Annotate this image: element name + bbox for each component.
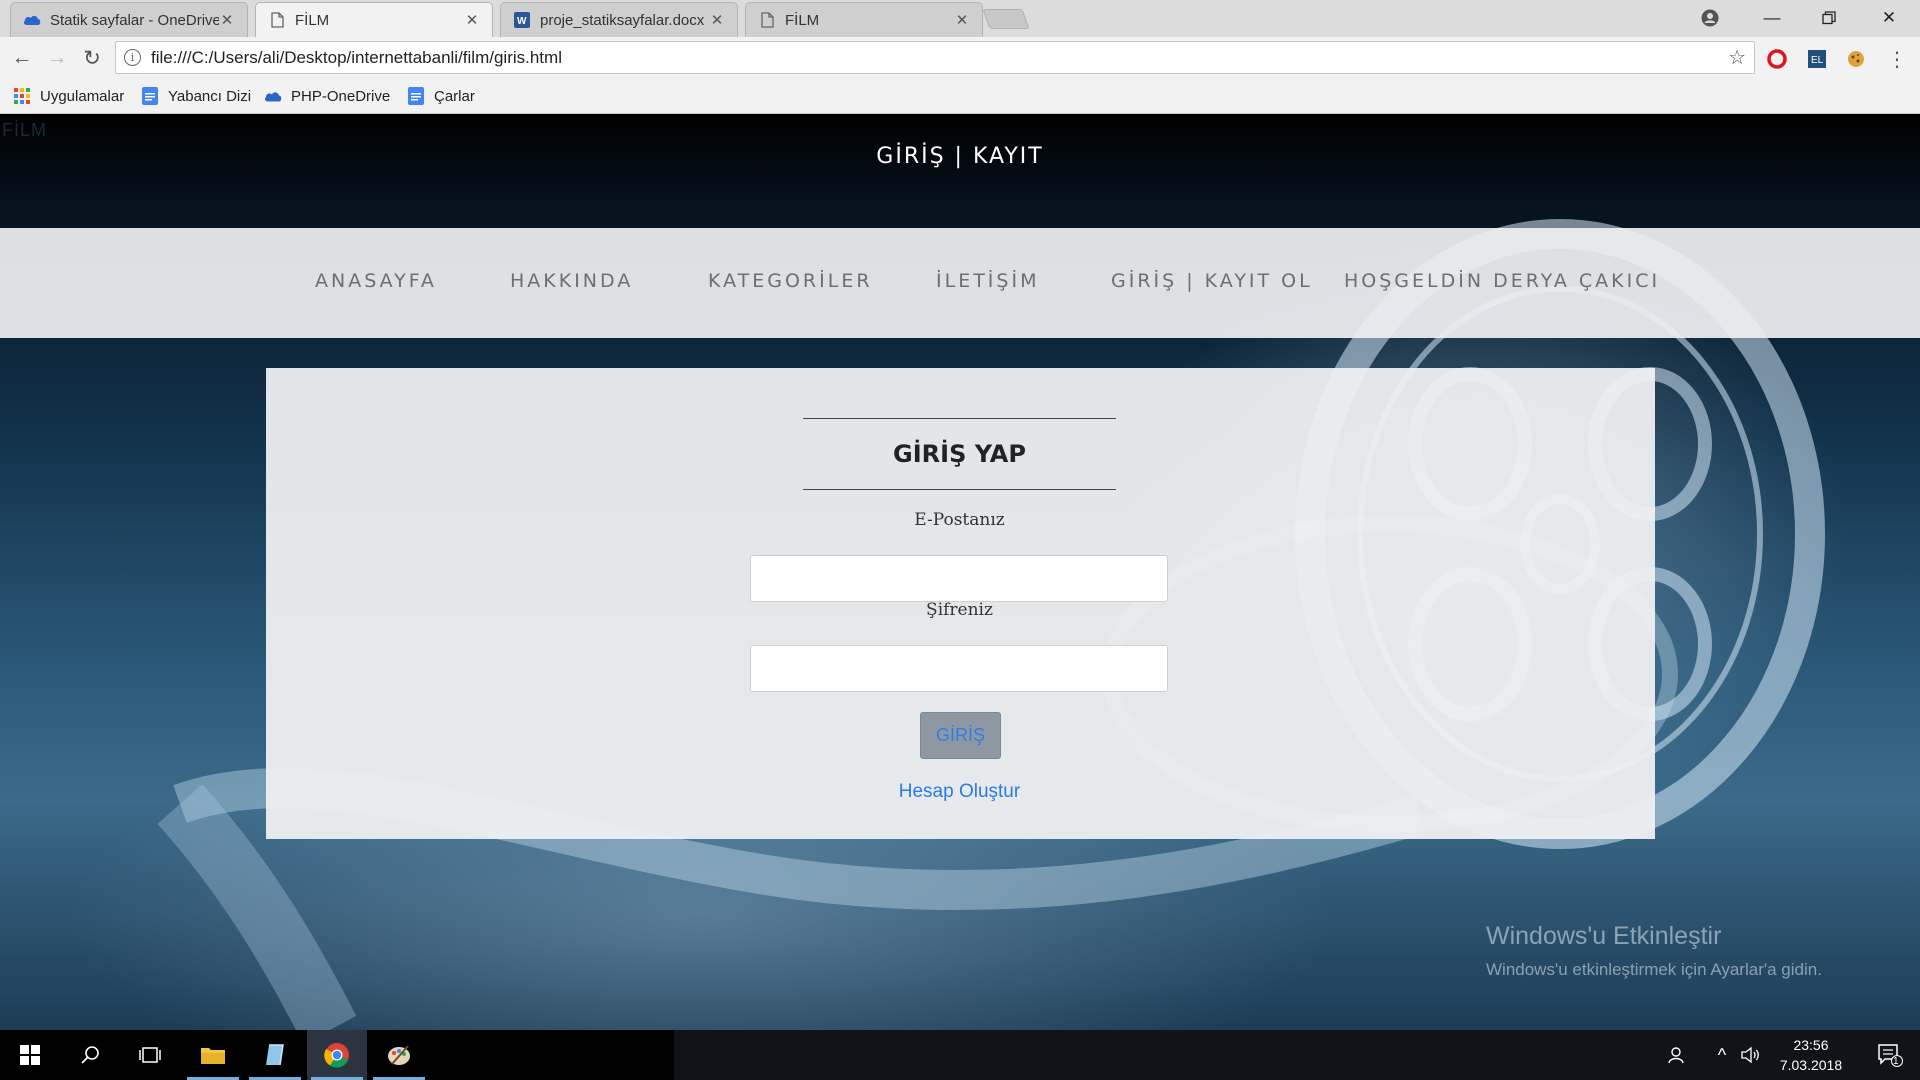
title-rule-bottom [803,489,1116,490]
minimize-button[interactable]: — [1743,0,1801,36]
tab-word-doc[interactable]: W proje_statiksayfalar.docx ✕ [500,2,738,37]
bookmark-yabanci-dizi[interactable]: Yabancı Dizi [141,84,251,108]
activation-watermark-subtitle: Windows'u etkinleştirmek için Ayarlar'a … [1486,960,1822,979]
word-doc-icon: W [513,11,531,29]
docs-icon [407,87,425,105]
svg-text:W: W [517,16,527,27]
chevron-up-icon[interactable]: ^ [1710,1030,1734,1080]
close-icon[interactable]: ✕ [709,11,725,29]
tab-title: Statik sayfalar - OneDrive [50,11,219,29]
nav-anasayfa[interactable]: ANASAYFA [315,270,437,292]
extension-icon[interactable]: EL [1806,48,1828,70]
bookmark-php-onedrive[interactable]: PHP-OneDrive [264,84,390,108]
tab-onedrive[interactable]: Statik sayfalar - OneDrive ✕ [10,2,248,37]
chrome-icon[interactable] [307,1030,367,1080]
apps-grid-icon [13,87,31,105]
title-rule-top [803,418,1116,419]
docs-icon [141,87,159,105]
windows-taskbar: ^ 23:56 7.03.2018 1 [0,1030,1920,1080]
tab-strip: Statik sayfalar - OneDrive ✕ FİLM ✕ W pr… [0,0,1920,37]
create-account-link[interactable]: Hesap Oluştur [803,781,1116,803]
onedrive-cloud-icon [264,87,282,105]
volume-icon[interactable] [1737,1030,1765,1080]
password-label: Şifreniz [926,600,993,620]
bookmark-label: Çarlar [434,87,475,105]
password-field[interactable] [750,645,1168,692]
browser-toolbar: ← → ↻ i file:///C:/Users/ali/Desktop/int… [0,37,1920,79]
tab-title: FİLM [295,11,330,29]
taskbar-clock[interactable]: 23:56 7.03.2018 [1766,1035,1856,1075]
email-label: E-Postanız [914,510,1005,530]
nav-giris-kayit[interactable]: GİRİŞ | KAYIT OL [1111,270,1313,292]
web-page: FİLM GİRİŞ | KAYIT ANASAYFA HAKKINDA KAT… [0,114,1920,1030]
page-corner-text: FİLM [2,120,48,140]
main-navbar: ANASAYFA HAKKINDA KATEGORİLER İLETİŞİM G… [0,228,1920,338]
tab-film[interactable]: FİLM ✕ [745,2,983,37]
info-icon[interactable]: i [124,49,141,66]
bookmark-carlar[interactable]: Çarlar [407,84,475,108]
notepad-app-icon[interactable] [245,1030,305,1080]
reload-icon[interactable]: ↻ [78,44,106,72]
url-text[interactable]: file:///C:/Users/ali/Desktop/internettab… [151,48,1728,68]
tab-title: proje_statiksayfalar.docx [540,11,705,29]
tab-title: FİLM [785,11,820,29]
onedrive-cloud-icon [23,11,41,29]
windows-start-icon[interactable] [0,1030,60,1080]
activation-watermark-title: Windows'u Etkinleştir [1486,922,1722,950]
login-card: GİRİŞ YAP E-Postanız Şifreniz GİRİŞ Hesa… [266,368,1655,839]
bookmark-star-icon[interactable]: ☆ [1728,45,1746,70]
page-icon [758,11,776,29]
restore-button[interactable] [1800,0,1858,36]
action-center-icon[interactable]: 1 [1866,1030,1914,1080]
bookmark-label: Yabancı Dizi [168,87,252,105]
profile-icon[interactable] [1681,0,1739,36]
opera-icon[interactable] [1766,48,1788,70]
close-icon[interactable]: ✕ [954,11,970,29]
new-tab-button[interactable] [982,9,1030,29]
svg-text:EL: EL [1811,55,1824,66]
bookmark-label: PHP-OneDrive [291,87,391,105]
forward-arrow-icon[interactable]: → [43,44,71,72]
people-icon[interactable] [1662,1030,1692,1080]
nav-kategoriler[interactable]: KATEGORİLER [708,270,873,292]
close-window-button[interactable]: ✕ [1860,0,1918,36]
nav-iletisim[interactable]: İLETİŞİM [936,270,1039,292]
clock-date: 7.03.2018 [1779,1057,1843,1073]
bookmark-apps[interactable]: Uygulamalar [13,84,124,108]
nav-hosgeldin-user[interactable]: HOŞGELDİN DERYA ÇAKICI [1344,270,1660,292]
site-title: GİRİŞ | KAYIT [876,144,1044,169]
page-icon [268,11,286,29]
address-bar[interactable]: i file:///C:/Users/ali/Desktop/internett… [115,41,1755,74]
email-field[interactable] [750,555,1168,602]
notification-count: 1 [1893,1056,1899,1067]
file-explorer-icon[interactable] [183,1030,243,1080]
tab-film-active[interactable]: FİLM ✕ [255,2,493,37]
back-arrow-icon[interactable]: ← [8,44,36,72]
nav-hakkinda[interactable]: HAKKINDA [510,270,633,292]
paint-app-icon[interactable] [369,1030,429,1080]
login-title: GİRİŞ YAP [893,440,1026,468]
menu-kebab-icon[interactable]: ⋮ [1886,48,1908,71]
clock-time: 23:56 [1793,1037,1829,1053]
cookie-icon[interactable] [1845,48,1867,70]
search-icon[interactable] [60,1030,120,1080]
close-icon[interactable]: ✕ [219,11,235,29]
login-submit-button[interactable]: GİRİŞ [920,712,1001,759]
task-view-icon[interactable] [120,1030,180,1080]
close-icon[interactable]: ✕ [464,11,480,29]
bookmarks-bar: Uygulamalar Yabancı Dizi PHP-OneDrive Ça… [0,79,1920,114]
bookmark-label: Uygulamalar [40,87,125,105]
